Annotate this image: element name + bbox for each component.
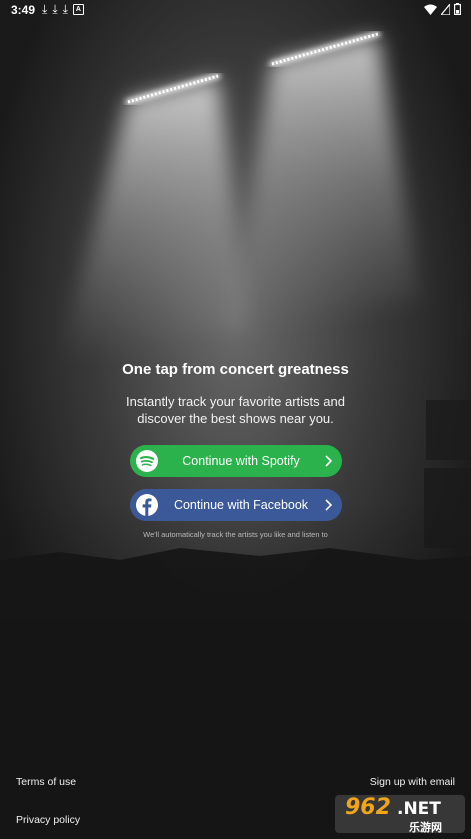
site-watermark: 962 .NET 乐游网 (335, 793, 465, 835)
chevron-right-icon (325, 499, 332, 511)
a-app-icon: A (72, 3, 84, 15)
subtitle-line-2: discover the best shows near you. (137, 411, 334, 426)
facebook-button-label: Continue with Facebook (173, 498, 309, 512)
spotify-button-label: Continue with Spotify (182, 454, 300, 468)
system-icons (424, 3, 461, 15)
privacy-policy-link[interactable]: Privacy policy (16, 814, 80, 826)
subtitle-line-1: Instantly track your favorite artists an… (126, 394, 345, 409)
battery-icon (454, 3, 461, 15)
status-bar: 3:49 ⤓ ⤓ ⤓ A (0, 0, 471, 20)
subtitle: Instantly track your favorite artists an… (0, 393, 471, 427)
continue-with-facebook-button[interactable]: Continue with Facebook (130, 489, 342, 521)
chevron-right-icon (325, 455, 332, 467)
signal-icon (441, 3, 450, 15)
terms-of-use-link[interactable]: Terms of use (16, 776, 76, 788)
tracking-disclaimer: We'll automatically track the artists yo… (143, 530, 328, 539)
watermark-suffix: .NET (397, 799, 441, 819)
wifi-icon (424, 4, 437, 15)
continue-with-spotify-button[interactable]: Continue with Spotify (130, 445, 342, 477)
watermark-sub: 乐游网 (409, 821, 442, 834)
headline: One tap from concert greatness (122, 361, 349, 378)
download-icon: ⤓ (52, 2, 58, 16)
spotify-icon (136, 450, 158, 472)
sign-up-with-email-link[interactable]: Sign up with email (370, 776, 455, 788)
notification-icons: ⤓ ⤓ ⤓ A (42, 2, 84, 16)
facebook-icon (136, 494, 158, 516)
watermark-main: 962 (345, 795, 391, 820)
welcome-screen: 3:49 ⤓ ⤓ ⤓ A One tap from concert greatn… (0, 0, 471, 839)
status-time: 3:49 (11, 3, 36, 17)
download-icon: ⤓ (62, 2, 68, 16)
download-icon: ⤓ (42, 2, 48, 16)
